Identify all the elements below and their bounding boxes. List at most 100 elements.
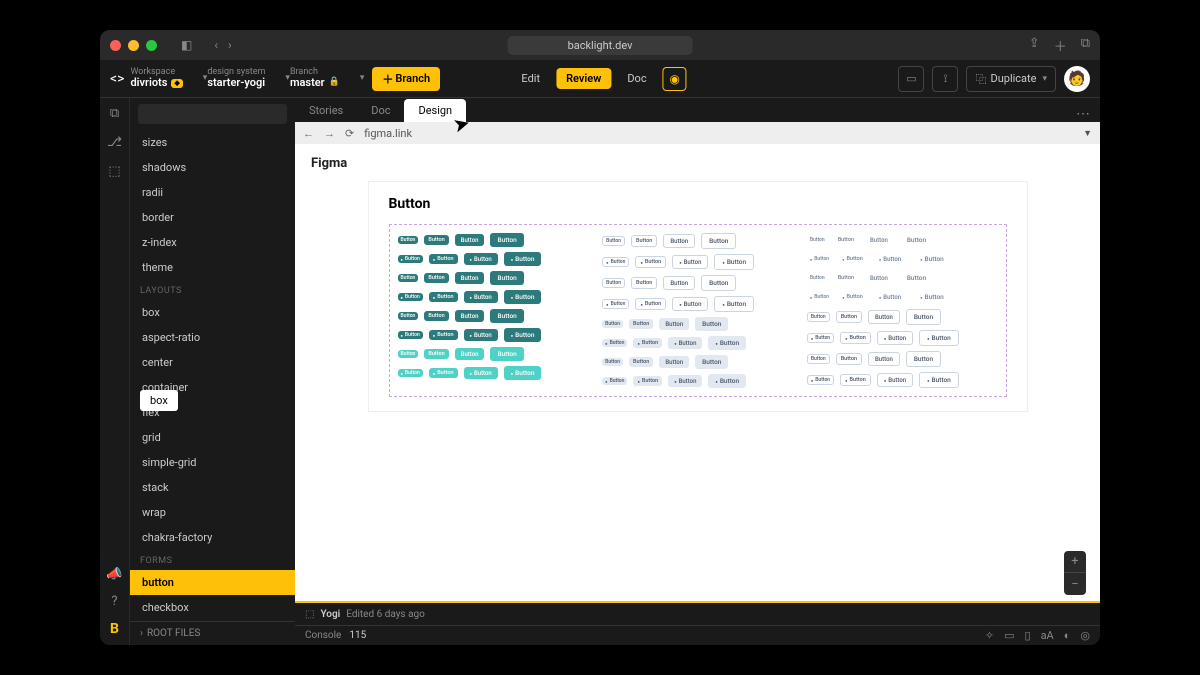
variant-row: ButtonButtonButtonButton (398, 347, 589, 361)
variant-button: Button (602, 299, 629, 309)
sidebar-item-chakra-factory[interactable]: chakra-factory (130, 525, 295, 550)
nav-back-icon[interactable]: ‹ (214, 38, 218, 52)
help-icon[interactable]: ? (111, 594, 117, 609)
sidebar-root-files[interactable]: ›ROOT FILES (130, 621, 295, 645)
git-branch-icon[interactable]: ⎇ (107, 135, 122, 150)
sidebar-item-aspect-ratio[interactable]: aspect-ratio (130, 325, 295, 350)
share-icon[interactable]: ⇪ (1029, 36, 1040, 55)
workspace-selector[interactable]: Workspace divriots◆ (130, 68, 182, 90)
tab-design[interactable]: Design (404, 99, 466, 122)
insights-icon[interactable]: ◉ (663, 67, 687, 91)
chevron-right-icon: › (140, 628, 143, 639)
variant-button: Button (455, 272, 485, 284)
variant-button: Button (490, 309, 523, 323)
logo-icon[interactable]: <> (110, 71, 124, 87)
button-variants-frame: ButtonButtonButtonButtonButtonButtonButt… (389, 224, 1007, 397)
tab-doc[interactable]: Doc (357, 99, 404, 122)
variant-row: ButtonButtonButtonButton (602, 336, 793, 350)
addr-reload-icon[interactable]: ⟳ (345, 127, 354, 140)
sidebar-item-checkbox[interactable]: checkbox (130, 595, 295, 620)
tool-mobile-icon[interactable]: ▯ (1025, 629, 1031, 642)
new-branch-button[interactable]: ＋Branch (372, 67, 440, 91)
mode-doc[interactable]: Doc (619, 68, 654, 89)
maximize-window-icon[interactable] (146, 40, 157, 51)
sidebar-search-input[interactable] (138, 104, 287, 124)
variant-button: Button (807, 293, 832, 301)
sidebar-item-box[interactable]: box (130, 300, 295, 325)
sidebar-item-sizes[interactable]: sizes (130, 130, 295, 155)
variant-button: Button (877, 373, 913, 387)
broadcast-icon[interactable]: ⟟ (932, 66, 958, 92)
sidebar-item-button[interactable]: button (130, 570, 295, 595)
branch-selector[interactable]: Branch master 🔒 (290, 68, 340, 90)
variant-button: Button (631, 277, 657, 289)
variant-button: Button (424, 273, 448, 283)
tool-device-icon[interactable]: ▭ (1004, 629, 1014, 642)
variant-button: Button (868, 352, 900, 366)
more-menu-icon[interactable]: ⋯ (1066, 106, 1100, 122)
tool-wand-icon[interactable]: ✧ (985, 629, 994, 642)
sidebar-item-grid[interactable]: grid (130, 425, 295, 450)
variant-button: Button (635, 256, 666, 268)
sidebar-item-border[interactable]: border (130, 205, 295, 230)
files-icon[interactable]: ⧉ (110, 106, 119, 121)
variant-button: Button (807, 354, 830, 364)
addr-url[interactable]: figma.link (364, 127, 412, 140)
zoom-in-button[interactable]: + (1064, 551, 1086, 573)
variant-button: Button (919, 372, 959, 388)
sidebar-item-stack[interactable]: stack (130, 475, 295, 500)
addr-back-icon[interactable]: ← (303, 127, 314, 140)
traffic-lights (110, 40, 157, 51)
variant-button: Button (490, 271, 523, 285)
variant-button: Button (834, 273, 858, 283)
variant-column: ButtonButtonButtonButtonButtonButtonButt… (807, 233, 998, 388)
tab-stories[interactable]: Stories (295, 99, 357, 122)
variant-button: Button (873, 253, 907, 265)
zoom-out-button[interactable]: − (1064, 573, 1086, 595)
mode-edit[interactable]: Edit (513, 68, 548, 89)
sidebar-item-shadows[interactable]: shadows (130, 155, 295, 180)
variant-button: Button (913, 252, 951, 266)
nav-forward-icon[interactable]: › (228, 38, 232, 52)
sidebar-item-simple-grid[interactable]: simple-grid (130, 450, 295, 475)
url-bar[interactable]: backlight.dev (508, 36, 693, 55)
sidebar-item-theme[interactable]: theme (130, 255, 295, 280)
new-tab-icon[interactable]: ＋ (1054, 36, 1067, 55)
user-avatar[interactable]: 🧑 (1064, 66, 1090, 92)
console-label[interactable]: Console (305, 630, 341, 641)
tool-text-icon[interactable]: aA (1041, 629, 1054, 642)
sidebar-item-wrap[interactable]: wrap (130, 500, 295, 525)
variant-button: Button (836, 353, 862, 365)
variant-button: Button (398, 350, 419, 358)
brand-icon[interactable]: B (110, 621, 119, 637)
design-canvas[interactable]: Figma Button ButtonButtonButtonButtonBut… (295, 144, 1100, 601)
variant-button: Button (672, 297, 708, 311)
variant-row: ButtonButtonButtonButton (807, 233, 998, 247)
design-system-selector[interactable]: design system starter-yogi (207, 68, 265, 90)
edit-info-bar: ⬚ Yogi Edited 6 days ago (295, 601, 1100, 625)
tool-contrast-icon[interactable]: ◐ (1064, 629, 1071, 642)
sidebar-item-center[interactable]: center (130, 350, 295, 375)
chevron-down-icon[interactable]: ▾ (360, 73, 365, 83)
variant-row: ButtonButtonButtonButton (398, 309, 589, 323)
desktop-preview-icon[interactable]: ▭ (898, 66, 924, 92)
tabs-overview-icon[interactable]: ⧉ (1081, 36, 1090, 55)
package-icon[interactable]: ⬚ (108, 164, 120, 179)
variant-button: Button (602, 320, 623, 328)
mode-review[interactable]: Review (556, 68, 611, 89)
sidebar-item-zindex[interactable]: z-index (130, 230, 295, 255)
addr-dropdown-icon[interactable]: ▼ (1083, 128, 1092, 139)
sidebar-item-editable[interactable]: editable (130, 620, 295, 621)
sidebar-toggle-icon[interactable]: ◧ (181, 38, 192, 52)
tool-target-icon[interactable]: ◎ (1080, 629, 1090, 642)
sidebar-item-radii[interactable]: radii (130, 180, 295, 205)
announce-icon[interactable]: 📣 (106, 567, 122, 582)
addr-forward-icon[interactable]: → (324, 127, 335, 140)
duplicate-button[interactable]: ⿻ Duplicate ▾ (966, 66, 1056, 92)
minimize-window-icon[interactable] (128, 40, 139, 51)
close-window-icon[interactable] (110, 40, 121, 51)
variant-row: ButtonButtonButtonButton (398, 252, 589, 266)
component-sidebar: sizes shadows radii border z-index theme… (130, 98, 295, 645)
variant-button: Button (504, 290, 542, 304)
variant-button: Button (900, 271, 933, 285)
